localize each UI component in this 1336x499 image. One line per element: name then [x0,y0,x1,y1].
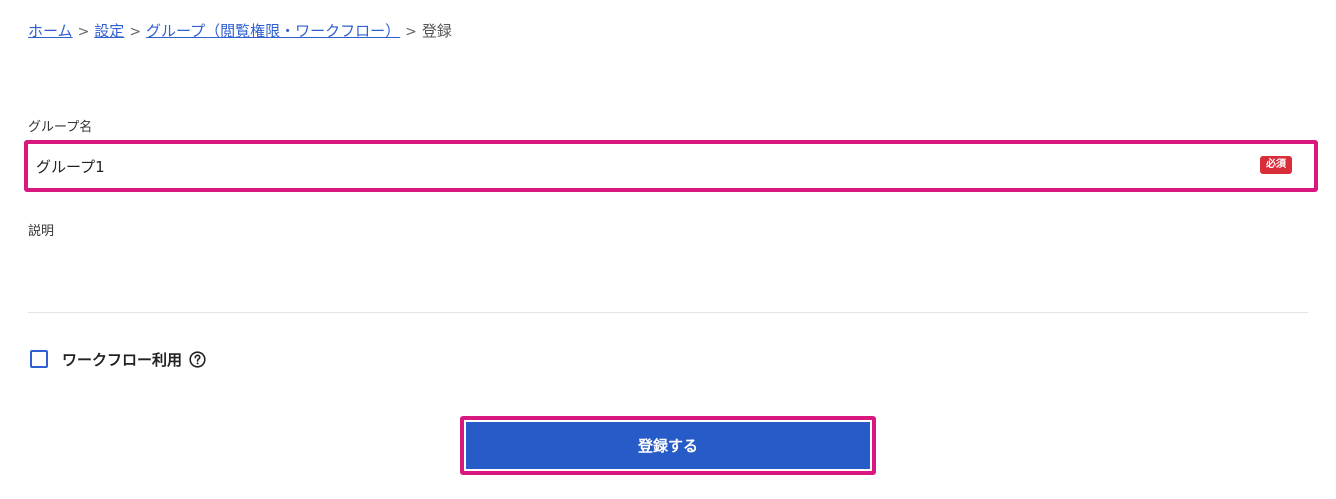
workflow-option: ワークフロー利用 [30,349,206,369]
group-name-field-wrapper: 必須 [24,140,1318,192]
submit-button[interactable]: 登録する [466,422,870,469]
group-name-label: グループ名 [28,120,93,135]
description-textarea[interactable] [28,244,1308,313]
description-label: 説明 [28,224,55,239]
group-name-input[interactable] [36,144,1236,188]
breadcrumb: ホーム > 設定 > グループ（閲覧権限・ワークフロー） > 登録 [28,21,452,42]
breadcrumb-separator: > [129,24,142,40]
required-badge: 必須 [1260,156,1292,174]
workflow-label[interactable]: ワークフロー利用 [62,349,182,370]
breadcrumb-home-link[interactable]: ホーム [28,22,73,40]
breadcrumb-settings-link[interactable]: 設定 [94,22,124,40]
breadcrumb-separator: > [405,24,417,40]
breadcrumb-current: 登録 [421,22,452,40]
help-icon[interactable] [189,350,206,368]
breadcrumb-group-link[interactable]: グループ（閲覧権限・ワークフロー） [146,22,400,40]
breadcrumb-separator: > [77,24,90,40]
workflow-checkbox[interactable] [30,350,48,368]
submit-button-wrapper: 登録する [460,416,876,475]
